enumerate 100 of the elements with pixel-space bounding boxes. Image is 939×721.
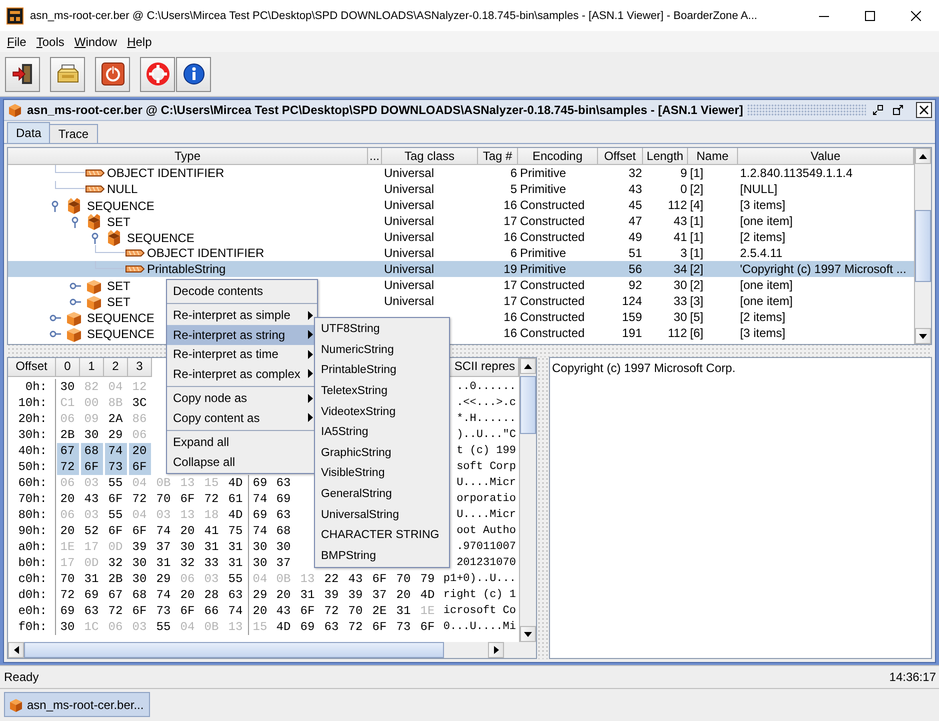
hex-byte[interactable]: 6F <box>104 524 126 538</box>
hex-byte[interactable]: 30 <box>249 556 271 570</box>
hex-byte[interactable]: 72 <box>320 604 342 618</box>
hex-byte[interactable]: 37 <box>272 556 294 570</box>
hex-byte[interactable]: 20 <box>392 588 414 602</box>
menu-item[interactable]: Re-interpret as string <box>167 325 317 344</box>
hex-byte[interactable]: 74 <box>104 443 126 459</box>
hex-byte[interactable]: 30 <box>176 540 198 554</box>
hex-byte[interactable]: 74 <box>249 524 271 538</box>
column-header[interactable]: Value <box>738 148 914 165</box>
hex-byte[interactable]: 63 <box>272 508 294 522</box>
hex-byte[interactable]: 72 <box>56 588 78 602</box>
hex-byte[interactable]: 31 <box>152 556 174 570</box>
hex-byte[interactable]: 63 <box>320 620 342 634</box>
hex-byte[interactable]: 73 <box>104 459 126 475</box>
scroll-down-button[interactable] <box>915 328 931 344</box>
hex-byte[interactable]: 72 <box>200 492 222 506</box>
hex-byte[interactable]: 33 <box>200 556 222 570</box>
hex-byte[interactable]: 39 <box>128 540 150 554</box>
hex-byte[interactable]: 70 <box>344 604 366 618</box>
hex-byte[interactable]: 70 <box>392 572 414 586</box>
hex-byte[interactable]: 6F <box>128 459 150 475</box>
hex-byte[interactable]: 55 <box>104 508 126 522</box>
hex-byte[interactable]: 3C <box>128 396 150 410</box>
hex-byte[interactable]: 72 <box>104 604 126 618</box>
tab[interactable]: Trace <box>49 124 98 143</box>
hex-byte[interactable]: 6F <box>80 459 102 475</box>
hex-byte[interactable]: 20 <box>176 524 198 538</box>
column-header[interactable]: Tag class <box>382 148 478 165</box>
hex-byte[interactable]: 39 <box>320 588 342 602</box>
node-label[interactable]: SEQUENCE <box>87 326 154 342</box>
hex-byte[interactable]: 30 <box>80 428 102 442</box>
hex-byte[interactable]: 66 <box>200 604 222 618</box>
hex-byte[interactable]: 22 <box>320 572 342 586</box>
menu-item[interactable]: TeletexString <box>315 380 449 402</box>
menu-item[interactable]: VisibleString <box>315 463 449 484</box>
hex-byte[interactable]: 69 <box>56 604 78 618</box>
menu-item[interactable]: BMPString <box>315 546 449 566</box>
menu-item[interactable]: Help <box>122 34 157 48</box>
node-label[interactable]: SET <box>107 294 130 310</box>
menu-item[interactable]: UniversalString <box>315 504 449 525</box>
hex-byte[interactable]: 2B <box>56 428 78 442</box>
menu-item[interactable]: GeneralString <box>315 484 449 504</box>
column-header[interactable]: Encoding <box>518 148 598 165</box>
menu-item[interactable]: Expand all <box>167 432 317 452</box>
hex-byte[interactable]: 43 <box>80 492 102 506</box>
column-header[interactable]: Length <box>643 148 688 165</box>
hex-byte[interactable]: 6F <box>416 620 438 634</box>
node-label[interactable]: SEQUENCE <box>87 198 154 214</box>
hex-byte[interactable]: 31 <box>80 572 102 586</box>
hex-byte[interactable]: 30 <box>272 540 294 554</box>
hex-byte[interactable]: 52 <box>80 524 102 538</box>
hex-byte[interactable]: 69 <box>296 620 318 634</box>
menu-item[interactable]: Decode contents <box>167 281 317 300</box>
scroll-thumb[interactable] <box>915 210 931 282</box>
hex-byte[interactable]: 20 <box>249 604 271 618</box>
hex-byte[interactable]: 37 <box>368 588 390 602</box>
hex-byte[interactable]: 68 <box>128 588 150 602</box>
menu-item[interactable]: NumericString <box>315 340 449 360</box>
hex-byte[interactable]: 2E <box>368 604 390 618</box>
hex-byte[interactable]: 39 <box>344 588 366 602</box>
hex-byte[interactable]: 30 <box>128 556 150 570</box>
hex-byte[interactable]: 55 <box>104 476 126 490</box>
hex-byte[interactable]: 6F <box>368 572 390 586</box>
power-button[interactable] <box>95 56 130 92</box>
hex-byte[interactable]: 79 <box>416 572 438 586</box>
hex-byte[interactable]: 75 <box>224 524 246 538</box>
tab[interactable]: Data <box>7 122 50 143</box>
hex-byte[interactable]: 28 <box>200 588 222 602</box>
scroll-up-button[interactable] <box>915 148 931 164</box>
node-label[interactable]: OBJECT IDENTIFIER <box>107 165 224 181</box>
hex-byte[interactable]: 67 <box>104 588 126 602</box>
hex-byte[interactable]: 43 <box>272 604 294 618</box>
vertical-scrollbar[interactable] <box>519 358 536 642</box>
column-header[interactable]: Name <box>688 148 738 165</box>
hex-byte[interactable]: 55 <box>224 572 246 586</box>
hex-byte[interactable]: 6F <box>128 524 150 538</box>
hex-byte[interactable]: 6F <box>176 604 198 618</box>
scroll-right-button[interactable] <box>488 642 504 658</box>
hex-byte[interactable]: 74 <box>152 524 174 538</box>
menu-item[interactable]: Re-interpret as time <box>167 344 317 364</box>
close-button[interactable] <box>916 102 932 118</box>
hex-byte[interactable]: 20 <box>272 588 294 602</box>
hex-byte[interactable]: 4D <box>224 508 246 522</box>
node-label[interactable]: PrintableString <box>147 261 226 277</box>
hex-byte[interactable]: 72 <box>56 459 78 475</box>
hex-byte[interactable]: 20 <box>176 588 198 602</box>
hex-byte[interactable]: 20 <box>128 443 150 459</box>
hex-byte[interactable]: 31 <box>224 556 246 570</box>
hex-byte[interactable]: 29 <box>249 588 271 602</box>
hex-byte[interactable]: 72 <box>128 492 150 506</box>
menu-item[interactable]: UTF8String <box>315 319 449 340</box>
hex-byte[interactable]: 32 <box>104 556 126 570</box>
hex-byte[interactable]: 4D <box>272 620 294 634</box>
menu-item[interactable]: Re-interpret as complex <box>167 364 317 384</box>
hex-byte[interactable]: 55 <box>152 620 174 634</box>
hex-byte[interactable]: 30 <box>128 572 150 586</box>
hex-byte[interactable]: 31 <box>200 540 222 554</box>
hex-byte[interactable]: 74 <box>249 492 271 506</box>
hex-byte[interactable]: 63 <box>80 604 102 618</box>
